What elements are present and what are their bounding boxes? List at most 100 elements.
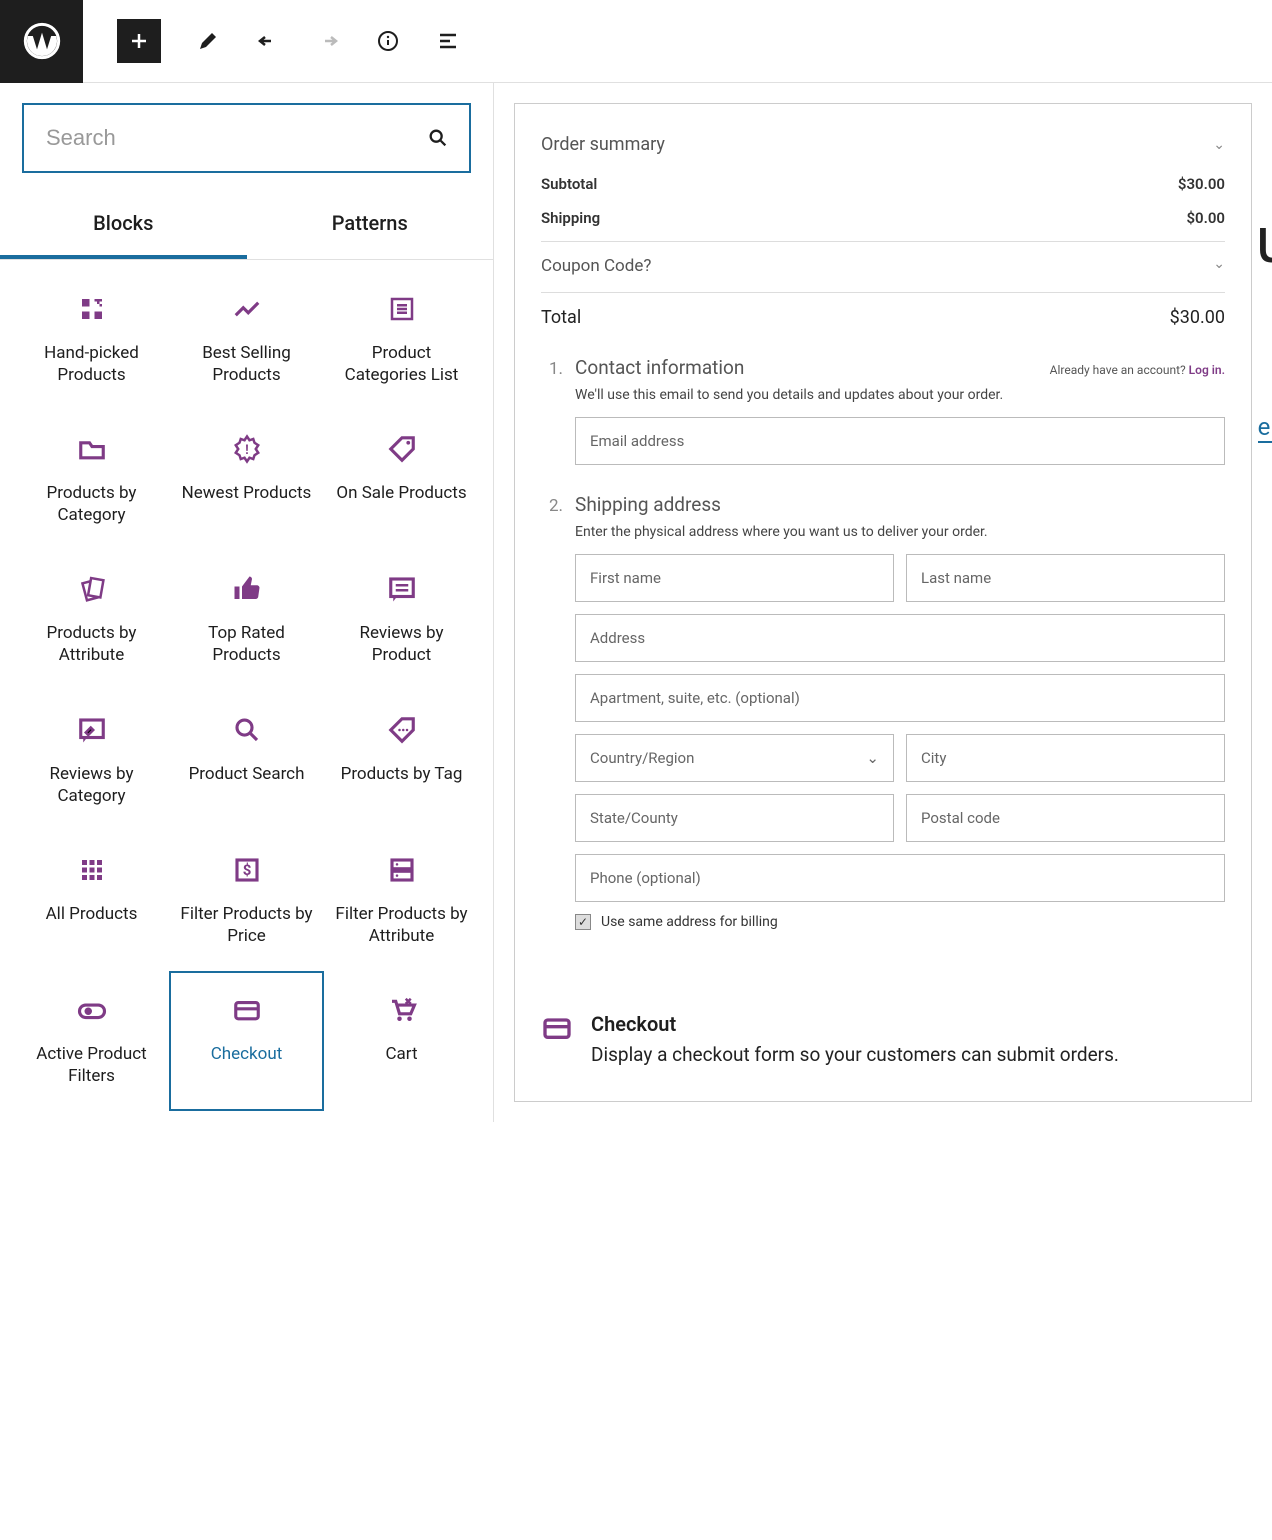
outline-icon	[436, 29, 460, 53]
contact-information-step: 1. Contact information Already have an a…	[549, 356, 1225, 465]
block-label: Cart	[385, 1043, 417, 1065]
block-item-all-products[interactable]: All Products	[14, 831, 169, 971]
background-text-2: e / to c	[1258, 413, 1272, 443]
add-block-button[interactable]	[117, 19, 161, 63]
block-label: Best Selling Products	[179, 342, 314, 386]
tag-dots-icon	[387, 715, 417, 745]
block-item-checkout[interactable]: Checkout	[169, 971, 324, 1111]
pencil-icon	[196, 29, 220, 53]
subtotal-row: Subtotal $30.00	[541, 167, 1225, 201]
edit-button[interactable]	[195, 28, 221, 54]
subtotal-value: $30.00	[1178, 175, 1225, 193]
block-preview-panel: ut e / to c Order summary ⌄ Subtotal $30…	[494, 83, 1272, 1122]
undo-button[interactable]	[255, 28, 281, 54]
block-label: On Sale Products	[336, 482, 466, 504]
tag-icon	[387, 434, 417, 464]
new-badge-icon	[232, 434, 262, 464]
order-summary: Order summary ⌄ Subtotal $30.00 Shipping…	[515, 104, 1251, 336]
checkbox-icon: ✓	[575, 914, 591, 930]
block-inserter-panel: Blocks Patterns Hand-picked Products Best…	[0, 83, 494, 1122]
city-field[interactable]: City	[906, 734, 1225, 782]
block-label: Checkout	[211, 1043, 283, 1065]
block-item-products-by-tag[interactable]: Products by Tag	[324, 691, 479, 831]
block-label: Top Rated Products	[179, 622, 314, 666]
last-name-field[interactable]: Last name	[906, 554, 1225, 602]
trend-icon	[232, 294, 262, 324]
folder-icon	[77, 434, 107, 464]
phone-field[interactable]: Phone (optional)	[575, 854, 1225, 902]
chevron-down-icon: ⌄	[866, 749, 879, 767]
shipping-value: $0.00	[1186, 209, 1225, 227]
order-summary-header[interactable]: Order summary ⌄	[541, 126, 1225, 167]
block-item-on-sale-products[interactable]: On Sale Products	[324, 410, 479, 550]
block-grid: Hand-picked Products Best Selling Product…	[0, 260, 493, 1121]
price-box-icon	[232, 855, 262, 885]
block-item-newest-products[interactable]: Newest Products	[169, 410, 324, 550]
block-item-hand-picked-products[interactable]: Hand-picked Products	[14, 270, 169, 410]
info-icon	[376, 29, 400, 53]
search-input[interactable]	[22, 103, 471, 173]
chevron-down-icon: ⌄	[1213, 137, 1225, 153]
thumbs-up-icon	[232, 574, 262, 604]
block-item-product-search[interactable]: Product Search	[169, 691, 324, 831]
card-icon	[541, 1012, 573, 1044]
block-label: Reviews by Product	[334, 622, 469, 666]
review-edit-icon	[77, 715, 107, 745]
block-item-product-categories-list[interactable]: Product Categories List	[324, 270, 479, 410]
total-label: Total	[541, 307, 581, 328]
card-icon	[232, 995, 262, 1025]
block-item-reviews-by-product[interactable]: Reviews by Product	[324, 550, 479, 690]
postal-code-field[interactable]: Postal code	[906, 794, 1225, 842]
apartment-field[interactable]: Apartment, suite, etc. (optional)	[575, 674, 1225, 722]
block-label: Products by Category	[24, 482, 159, 526]
block-item-filter-products-by-attribute[interactable]: Filter Products by Attribute	[324, 831, 479, 971]
block-label: Active Product Filters	[24, 1043, 159, 1087]
block-label: All Products	[46, 903, 138, 925]
step-title: Shipping address	[575, 493, 721, 516]
shipping-label: Shipping	[541, 209, 600, 227]
block-item-products-by-attribute[interactable]: Products by Attribute	[14, 550, 169, 690]
total-value: $30.00	[1170, 307, 1225, 328]
outline-button[interactable]	[435, 28, 461, 54]
block-item-products-by-category[interactable]: Products by Category	[14, 410, 169, 550]
block-label: Products by Tag	[341, 763, 463, 785]
shipping-row: Shipping $0.00	[541, 201, 1225, 235]
cart-icon	[387, 995, 417, 1025]
first-name-field[interactable]: First name	[575, 554, 894, 602]
block-item-cart[interactable]: Cart	[324, 971, 479, 1111]
block-item-reviews-by-category[interactable]: Reviews by Category	[14, 691, 169, 831]
tab-patterns[interactable]: Patterns	[247, 191, 494, 259]
block-item-active-product-filters[interactable]: Active Product Filters	[14, 971, 169, 1111]
block-description-text: Display a checkout form so your customer…	[591, 1042, 1119, 1069]
email-field[interactable]: Email address	[575, 417, 1225, 465]
inserter-tabs: Blocks Patterns	[0, 191, 493, 260]
shipping-address-step: 2. Shipping address Enter the physical a…	[549, 493, 1225, 930]
coupon-row[interactable]: Coupon Code? ⌄	[541, 241, 1225, 290]
preview-card: Order summary ⌄ Subtotal $30.00 Shipping…	[514, 103, 1252, 1102]
block-item-best-selling-products[interactable]: Best Selling Products	[169, 270, 324, 410]
block-item-filter-products-by-price[interactable]: Filter Products by Price	[169, 831, 324, 971]
subtotal-label: Subtotal	[541, 175, 597, 193]
editor-toolbar	[0, 0, 1272, 83]
redo-button[interactable]	[315, 28, 341, 54]
block-label: Newest Products	[182, 482, 312, 504]
address-field[interactable]: Address	[575, 614, 1225, 662]
login-link[interactable]: Log in.	[1189, 363, 1225, 377]
step-description: We'll use this email to send you details…	[575, 387, 1225, 403]
block-item-top-rated-products[interactable]: Top Rated Products	[169, 550, 324, 690]
block-description: Checkout Display a checkout form so your…	[515, 984, 1251, 1101]
plus-icon	[127, 29, 151, 53]
step-number: 2.	[549, 496, 563, 516]
info-button[interactable]	[375, 28, 401, 54]
country-select[interactable]: Country/Region ⌄	[575, 734, 894, 782]
tab-blocks[interactable]: Blocks	[0, 191, 247, 259]
step-number: 1.	[549, 359, 563, 379]
wordpress-logo[interactable]	[0, 0, 83, 83]
same-billing-checkbox-row[interactable]: ✓ Use same address for billing	[575, 914, 1225, 930]
cards-icon	[77, 574, 107, 604]
block-label: Product Search	[189, 763, 305, 785]
block-label: Hand-picked Products	[24, 342, 159, 386]
block-label: Product Categories List	[334, 342, 469, 386]
step-description: Enter the physical address where you wan…	[575, 524, 1225, 540]
state-field[interactable]: State/County	[575, 794, 894, 842]
